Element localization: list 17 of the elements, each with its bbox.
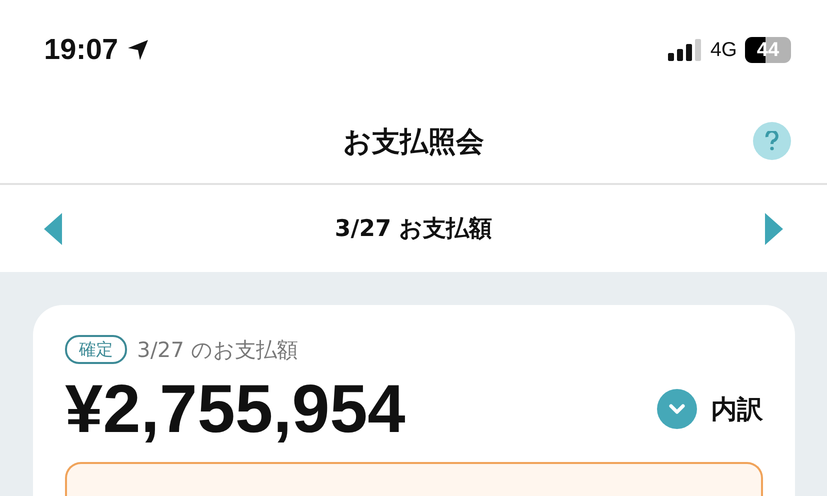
next-button[interactable] bbox=[762, 212, 783, 244]
location-arrow-icon bbox=[126, 38, 150, 62]
status-time: 19:07 bbox=[44, 34, 118, 66]
payment-caption: 3/27 のお支払額 bbox=[137, 336, 298, 364]
payment-amount: ¥2,755,954 bbox=[65, 370, 406, 448]
help-button[interactable] bbox=[753, 122, 791, 160]
date-label: 3/27 お支払額 bbox=[334, 215, 492, 244]
previous-button[interactable] bbox=[44, 212, 64, 244]
question-icon bbox=[765, 131, 779, 151]
left-triangle-icon bbox=[44, 212, 64, 244]
breakdown-button[interactable]: 内訳 bbox=[657, 389, 763, 429]
right-triangle-icon bbox=[762, 212, 783, 244]
chevron-down-icon bbox=[657, 389, 697, 429]
status-badge: 確定 bbox=[65, 335, 127, 364]
network-label: 4G bbox=[710, 38, 737, 62]
page-title: お支払照会 bbox=[343, 124, 484, 160]
signal-icon bbox=[668, 39, 702, 61]
